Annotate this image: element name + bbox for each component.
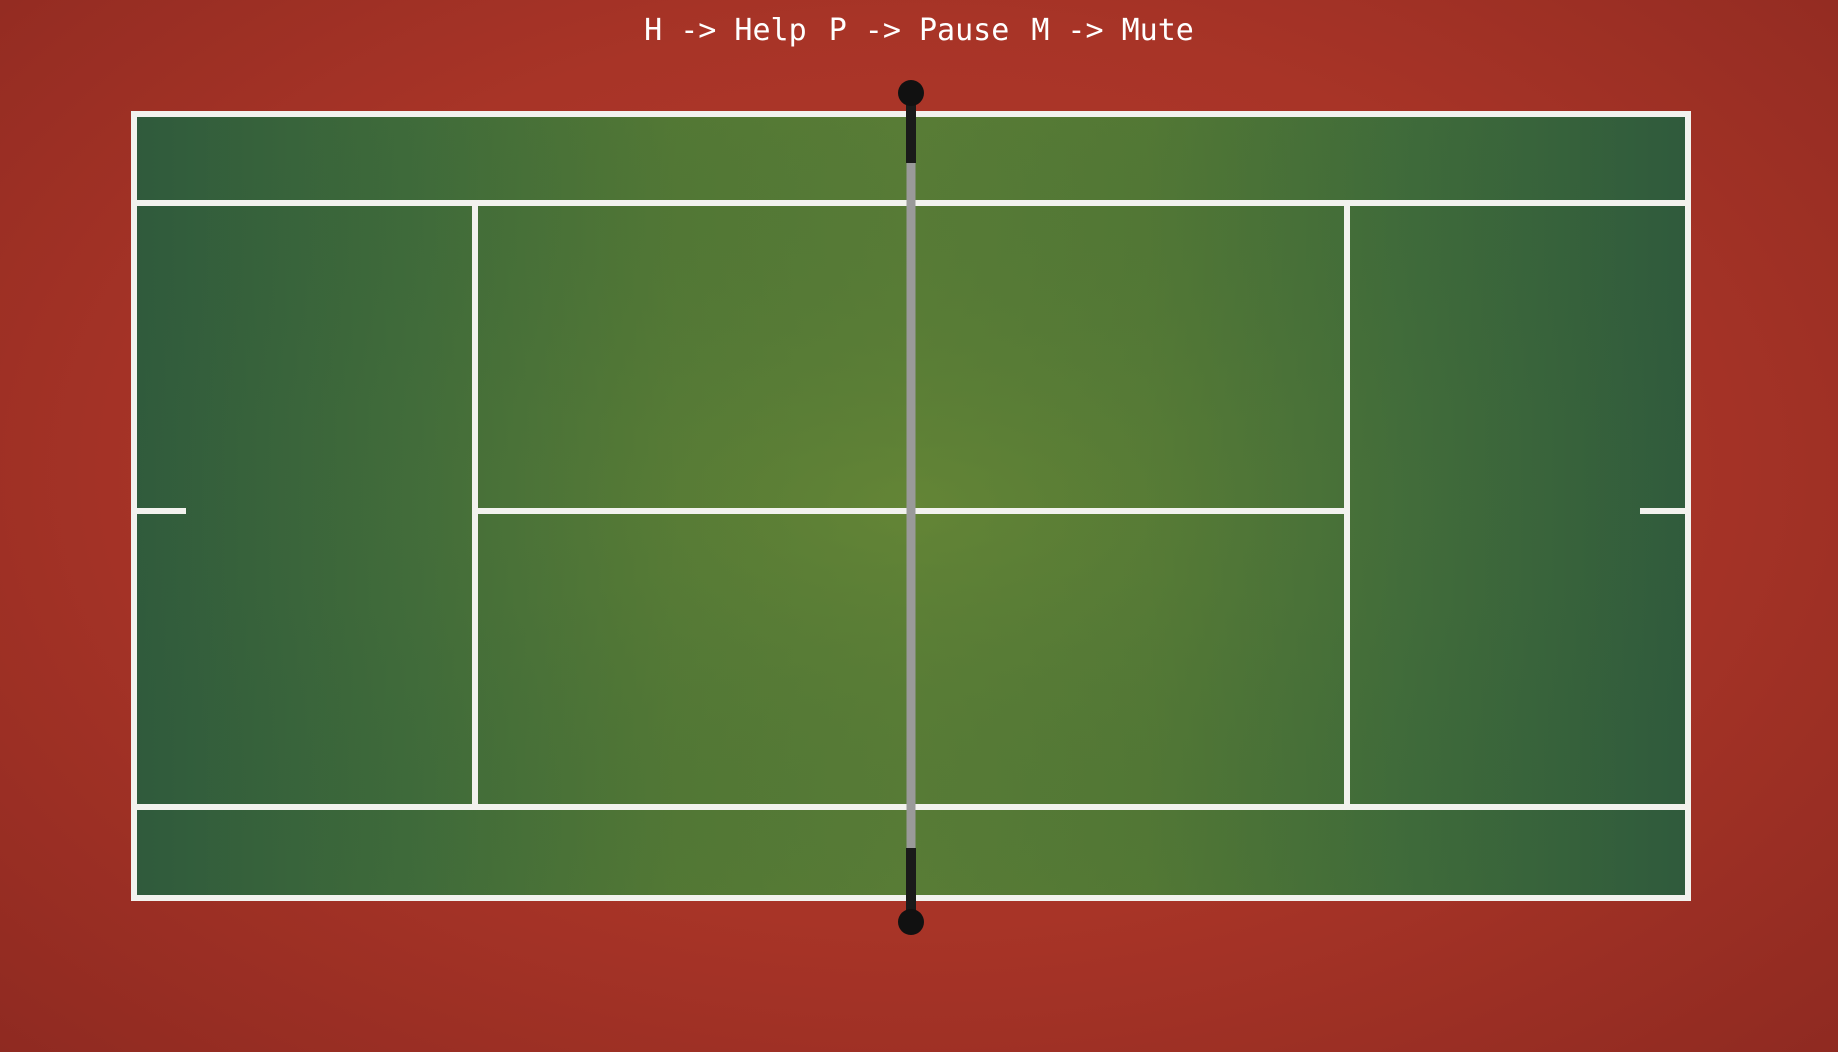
keyboard-shortcuts-hud: H -> Help P -> Pause M -> Mute (0, 8, 1838, 54)
pause-shortcut: P -> Pause (828, 13, 1010, 48)
mute-shortcut: M -> Mute (1031, 13, 1194, 48)
tennis-court (131, 80, 1691, 935)
help-shortcut: H -> Help (644, 13, 807, 48)
net-post-bottom (898, 909, 924, 935)
net-post-top (898, 80, 924, 106)
